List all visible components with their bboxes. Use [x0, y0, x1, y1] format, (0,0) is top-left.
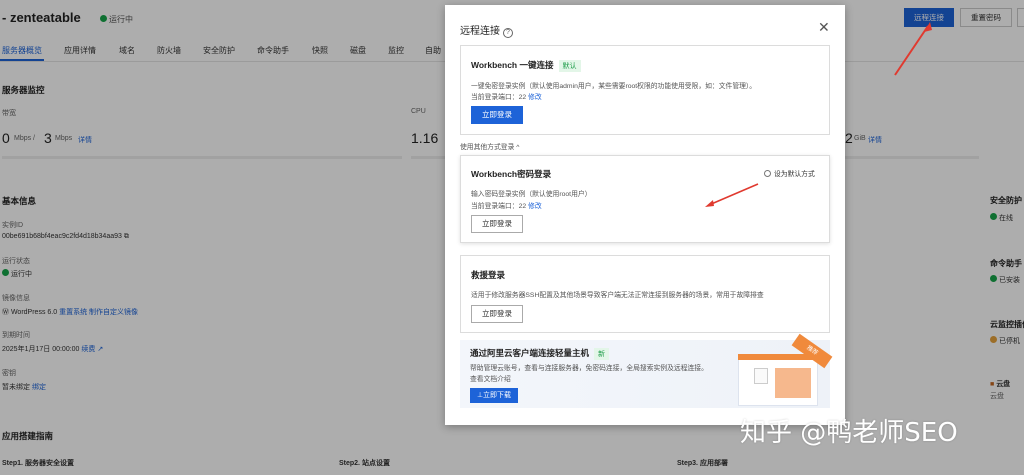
workbench-password-title: Workbench密码登录	[471, 169, 552, 179]
workbench-oneclick-card: Workbench 一键连接 默认 一键免密登录实例（默认使用admin用户，某些…	[460, 45, 830, 135]
workbench-password-port: 当前登录端口：22 修改	[471, 203, 542, 210]
watermark-text: 知乎 @鸭老师SEO	[740, 418, 958, 448]
rescue-login-title: 救援登录	[471, 270, 506, 280]
default-badge: 默认	[558, 60, 581, 72]
help-icon[interactable]: ?	[503, 28, 513, 38]
rescue-login-button[interactable]: 立即登录	[471, 305, 523, 323]
client-connect-desc: 帮助管理云账号，查看与连接服务器，免密码连接，全局搜索实例及远程连接。	[470, 365, 708, 372]
view-docs-link[interactable]: 查看文档介绍	[470, 373, 511, 383]
rescue-login-card: 救援登录 适用于修改服务器SSH配置及其他场景导致客户端无法正常连接到服务器的场…	[460, 255, 830, 333]
password-login-button[interactable]: 立即登录	[471, 215, 523, 233]
workbench-oneclick-port: 当前登录端口：22 修改	[471, 94, 542, 101]
workbench-password-card: Workbench密码登录 设为默认方式 输入密码登录实例（默认使用root用户…	[460, 155, 830, 243]
workbench-oneclick-desc: 一键免密登录实例（默认使用admin用户，某些需要root权限的功能使用受限，如…	[471, 83, 757, 90]
new-badge: 新	[594, 348, 610, 360]
client-connect-card: 通过阿里云客户端连接轻量主机新 帮助管理云账号，查看与连接服务器，免密码连接，全…	[460, 333, 833, 408]
close-icon[interactable]: ✕	[818, 19, 830, 36]
remote-connect-dialog: 远程连接? ✕ Workbench 一键连接 默认 一键免密登录实例（默认使用ad…	[445, 5, 845, 425]
radio-icon[interactable]	[764, 170, 771, 177]
edit-port-link[interactable]: 修改	[528, 203, 542, 210]
client-illustration: 推荐	[730, 333, 833, 408]
oneclick-login-button[interactable]: 立即登录	[471, 106, 523, 124]
red-arrow-annotation-2	[705, 183, 759, 207]
download-button[interactable]: ⊥立即下载	[470, 388, 518, 403]
other-methods-toggle[interactable]: 使用其他方式登录 ^	[460, 141, 519, 151]
rescue-login-desc: 适用于修改服务器SSH配置及其他场景导致客户端无法正常连接到服务器的场景，常用于…	[471, 292, 764, 299]
workbench-oneclick-title: Workbench 一键连接 默认	[471, 59, 581, 72]
dialog-title: 远程连接?	[460, 22, 513, 38]
set-default-option[interactable]: 设为默认方式	[764, 168, 815, 178]
client-connect-title: 通过阿里云客户端连接轻量主机新	[470, 347, 610, 360]
red-arrow-annotation	[894, 22, 932, 76]
edit-port-link[interactable]: 修改	[528, 94, 542, 101]
workbench-password-desc: 输入密码登录实例（默认使用root用户）	[471, 191, 592, 198]
